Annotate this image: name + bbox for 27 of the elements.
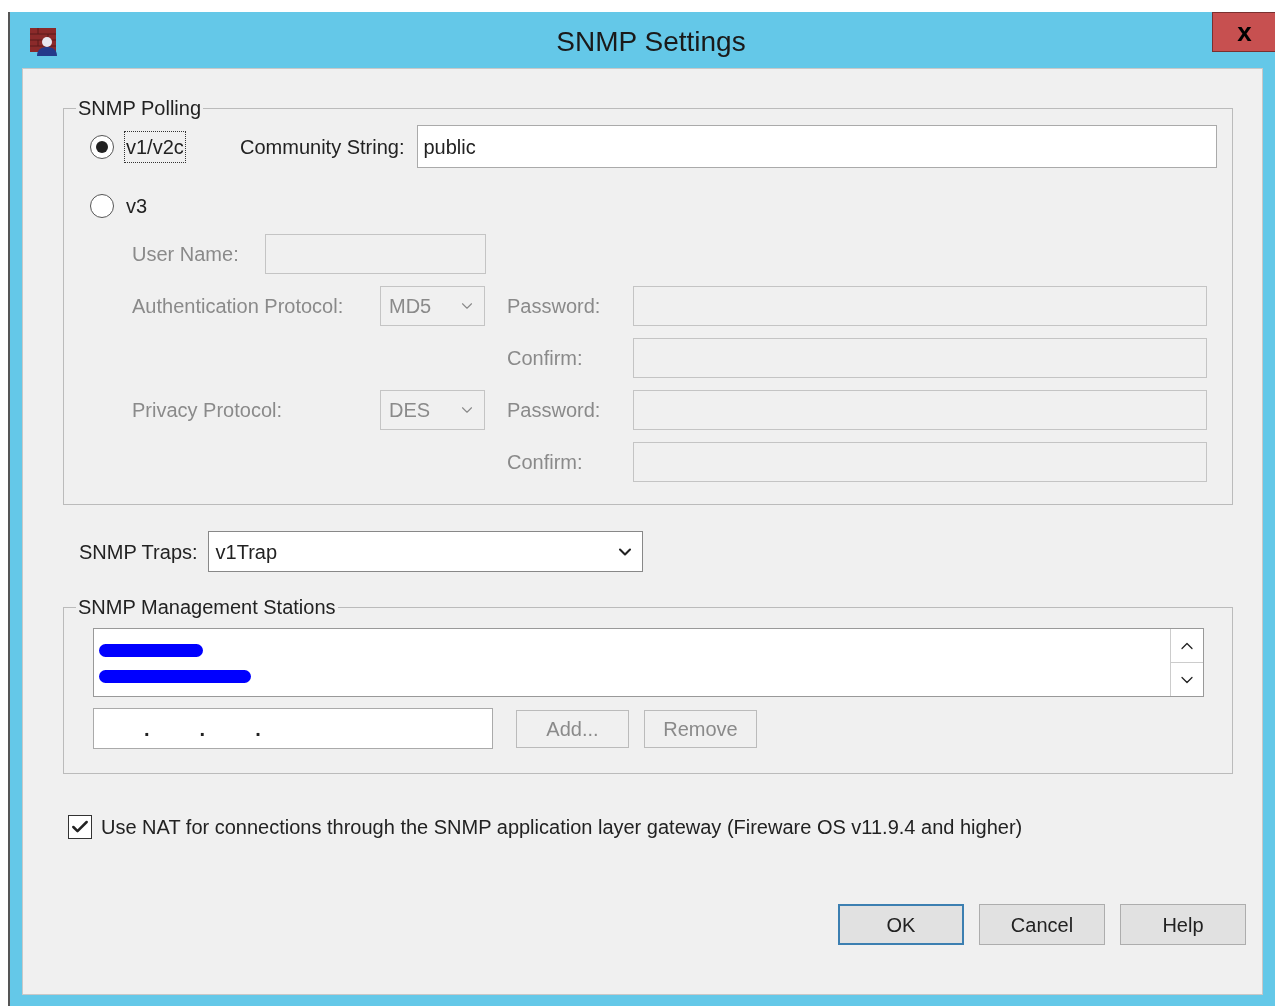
group-title: SNMP Polling	[77, 96, 203, 121]
dialog-button[interactable]: Cancel	[979, 904, 1105, 945]
snmp-traps-dropdown[interactable]: v1Trap	[207, 531, 643, 572]
radio-label: v3	[125, 194, 149, 219]
community-string-field[interactable]: public	[416, 125, 1217, 168]
group-title: SNMP Management Stations	[77, 595, 337, 620]
field-label: Confirm:	[507, 450, 584, 475]
field-label: Privacy Protocol:	[132, 398, 284, 423]
checkbox-label: Use NAT for connections through the SNMP application layer gateway (Fireware OS v11.9.4 and higher)	[101, 815, 1023, 840]
stations-list[interactable]	[93, 628, 1204, 697]
window-title: SNMP Settings	[555, 25, 747, 59]
field-label: SNMP Traps:	[79, 539, 198, 565]
field-label: Authentication Protocol:	[132, 294, 345, 319]
radio-button[interactable]	[90, 194, 114, 218]
field-label: Password:	[507, 398, 602, 423]
field-label: Community String:	[240, 134, 405, 160]
dialog-button[interactable]: OK	[838, 904, 964, 945]
radio-button[interactable]	[90, 134, 114, 159]
radio-label: v1/v2c	[124, 130, 186, 163]
field-label: Confirm:	[507, 346, 584, 371]
firewall-user-icon	[30, 28, 60, 56]
field-label: User Name:	[132, 242, 240, 267]
field-label: Password:	[507, 294, 602, 319]
ip-address-field[interactable]: . . .	[93, 708, 493, 749]
dialog-button[interactable]: Help	[1120, 904, 1246, 945]
checkbox[interactable]	[68, 815, 92, 839]
close-button[interactable]: x	[1212, 12, 1275, 52]
